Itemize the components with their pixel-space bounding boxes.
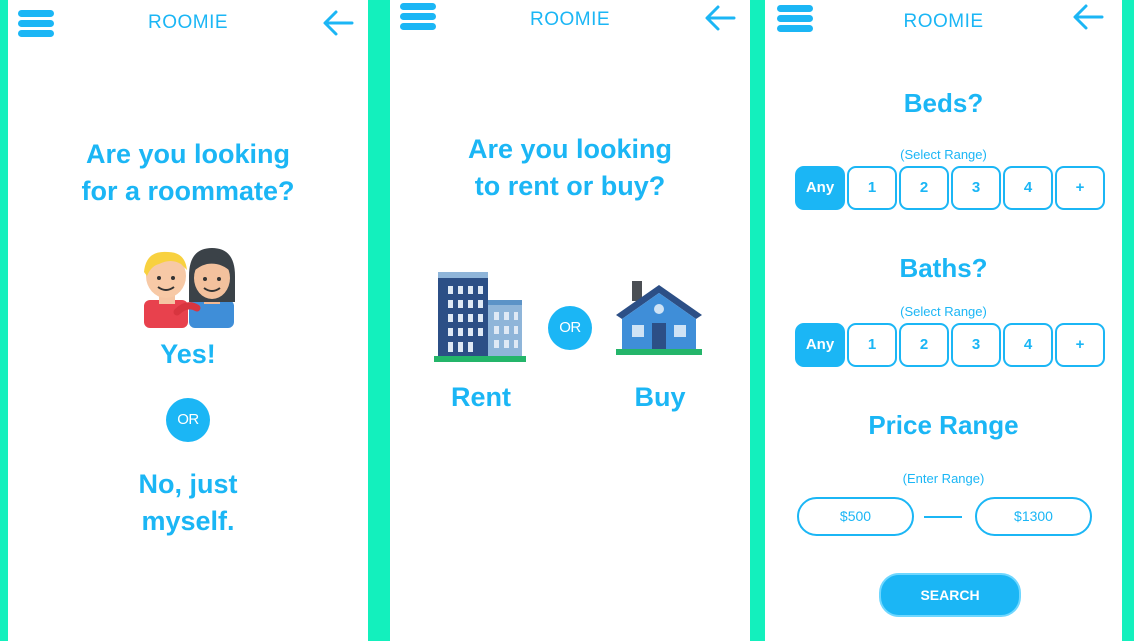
baths-option-more[interactable]: + xyxy=(1055,323,1105,367)
search-button[interactable]: SEARCH xyxy=(879,573,1021,617)
or-divider: OR xyxy=(548,306,592,350)
roommate-question-screen: ROOMIE Are you looking for a roommate? Y… xyxy=(8,0,368,641)
app-logo: ROOMIE xyxy=(529,9,611,30)
question-line-2: to rent or buy? xyxy=(474,171,666,201)
question-line-1: Are you looking xyxy=(467,134,673,164)
beds-option-more[interactable]: + xyxy=(1055,166,1105,210)
apartment-building-icon[interactable] xyxy=(434,270,526,362)
price-range-title: Price Range xyxy=(868,410,1019,440)
baths-option-1[interactable]: 1 xyxy=(847,323,897,367)
rent-or-buy-screen: ROOMIE Are you looking to rent or buy? O… xyxy=(390,0,750,641)
price-max-input[interactable]: $1300 xyxy=(975,497,1092,536)
back-arrow-icon[interactable] xyxy=(322,9,354,37)
baths-option-4[interactable]: 4 xyxy=(1003,323,1053,367)
beds-hint: (Select Range) xyxy=(900,147,987,162)
baths-selector: Any 1 2 3 4 + xyxy=(795,323,1105,367)
beds-title: Beds? xyxy=(903,88,984,118)
rent-option[interactable]: Rent xyxy=(436,379,526,415)
baths-title: Baths? xyxy=(899,253,988,283)
top-bar: ROOMIE xyxy=(390,0,750,50)
back-arrow-icon[interactable] xyxy=(1072,3,1104,31)
or-divider: OR xyxy=(166,398,210,442)
app-logo: ROOMIE xyxy=(903,11,984,32)
question-line-2: for a roommate? xyxy=(81,176,295,206)
baths-hint: (Select Range) xyxy=(900,304,987,319)
buy-option[interactable]: Buy xyxy=(615,379,705,415)
beds-selector: Any 1 2 3 4 + xyxy=(795,166,1105,210)
baths-option-2[interactable]: 2 xyxy=(899,323,949,367)
yes-option[interactable]: Yes! xyxy=(8,336,368,372)
house-icon[interactable] xyxy=(612,279,706,355)
roommates-icon xyxy=(144,248,235,328)
back-arrow-icon[interactable] xyxy=(704,4,736,32)
beds-option-any[interactable]: Any xyxy=(795,166,845,210)
beds-option-4[interactable]: 4 xyxy=(1003,166,1053,210)
baths-option-any[interactable]: Any xyxy=(795,323,845,367)
beds-option-2[interactable]: 2 xyxy=(899,166,949,210)
no-option-line-1[interactable]: No, just xyxy=(8,466,368,502)
no-option-line-2[interactable]: myself. xyxy=(8,503,368,539)
range-dash xyxy=(924,516,962,518)
top-bar: ROOMIE xyxy=(8,0,368,50)
app-logo: ROOMIE xyxy=(147,12,229,33)
baths-option-3[interactable]: 3 xyxy=(951,323,1001,367)
filters-screen: ROOMIE Beds? (Select Range) Any 1 2 3 4 … xyxy=(765,0,1122,641)
beds-option-1[interactable]: 1 xyxy=(847,166,897,210)
price-min-input[interactable]: $500 xyxy=(797,497,914,536)
price-range-hint: (Enter Range) xyxy=(902,471,985,486)
question-line-1: Are you looking xyxy=(85,139,291,169)
beds-option-3[interactable]: 3 xyxy=(951,166,1001,210)
top-bar: ROOMIE xyxy=(765,0,1122,50)
